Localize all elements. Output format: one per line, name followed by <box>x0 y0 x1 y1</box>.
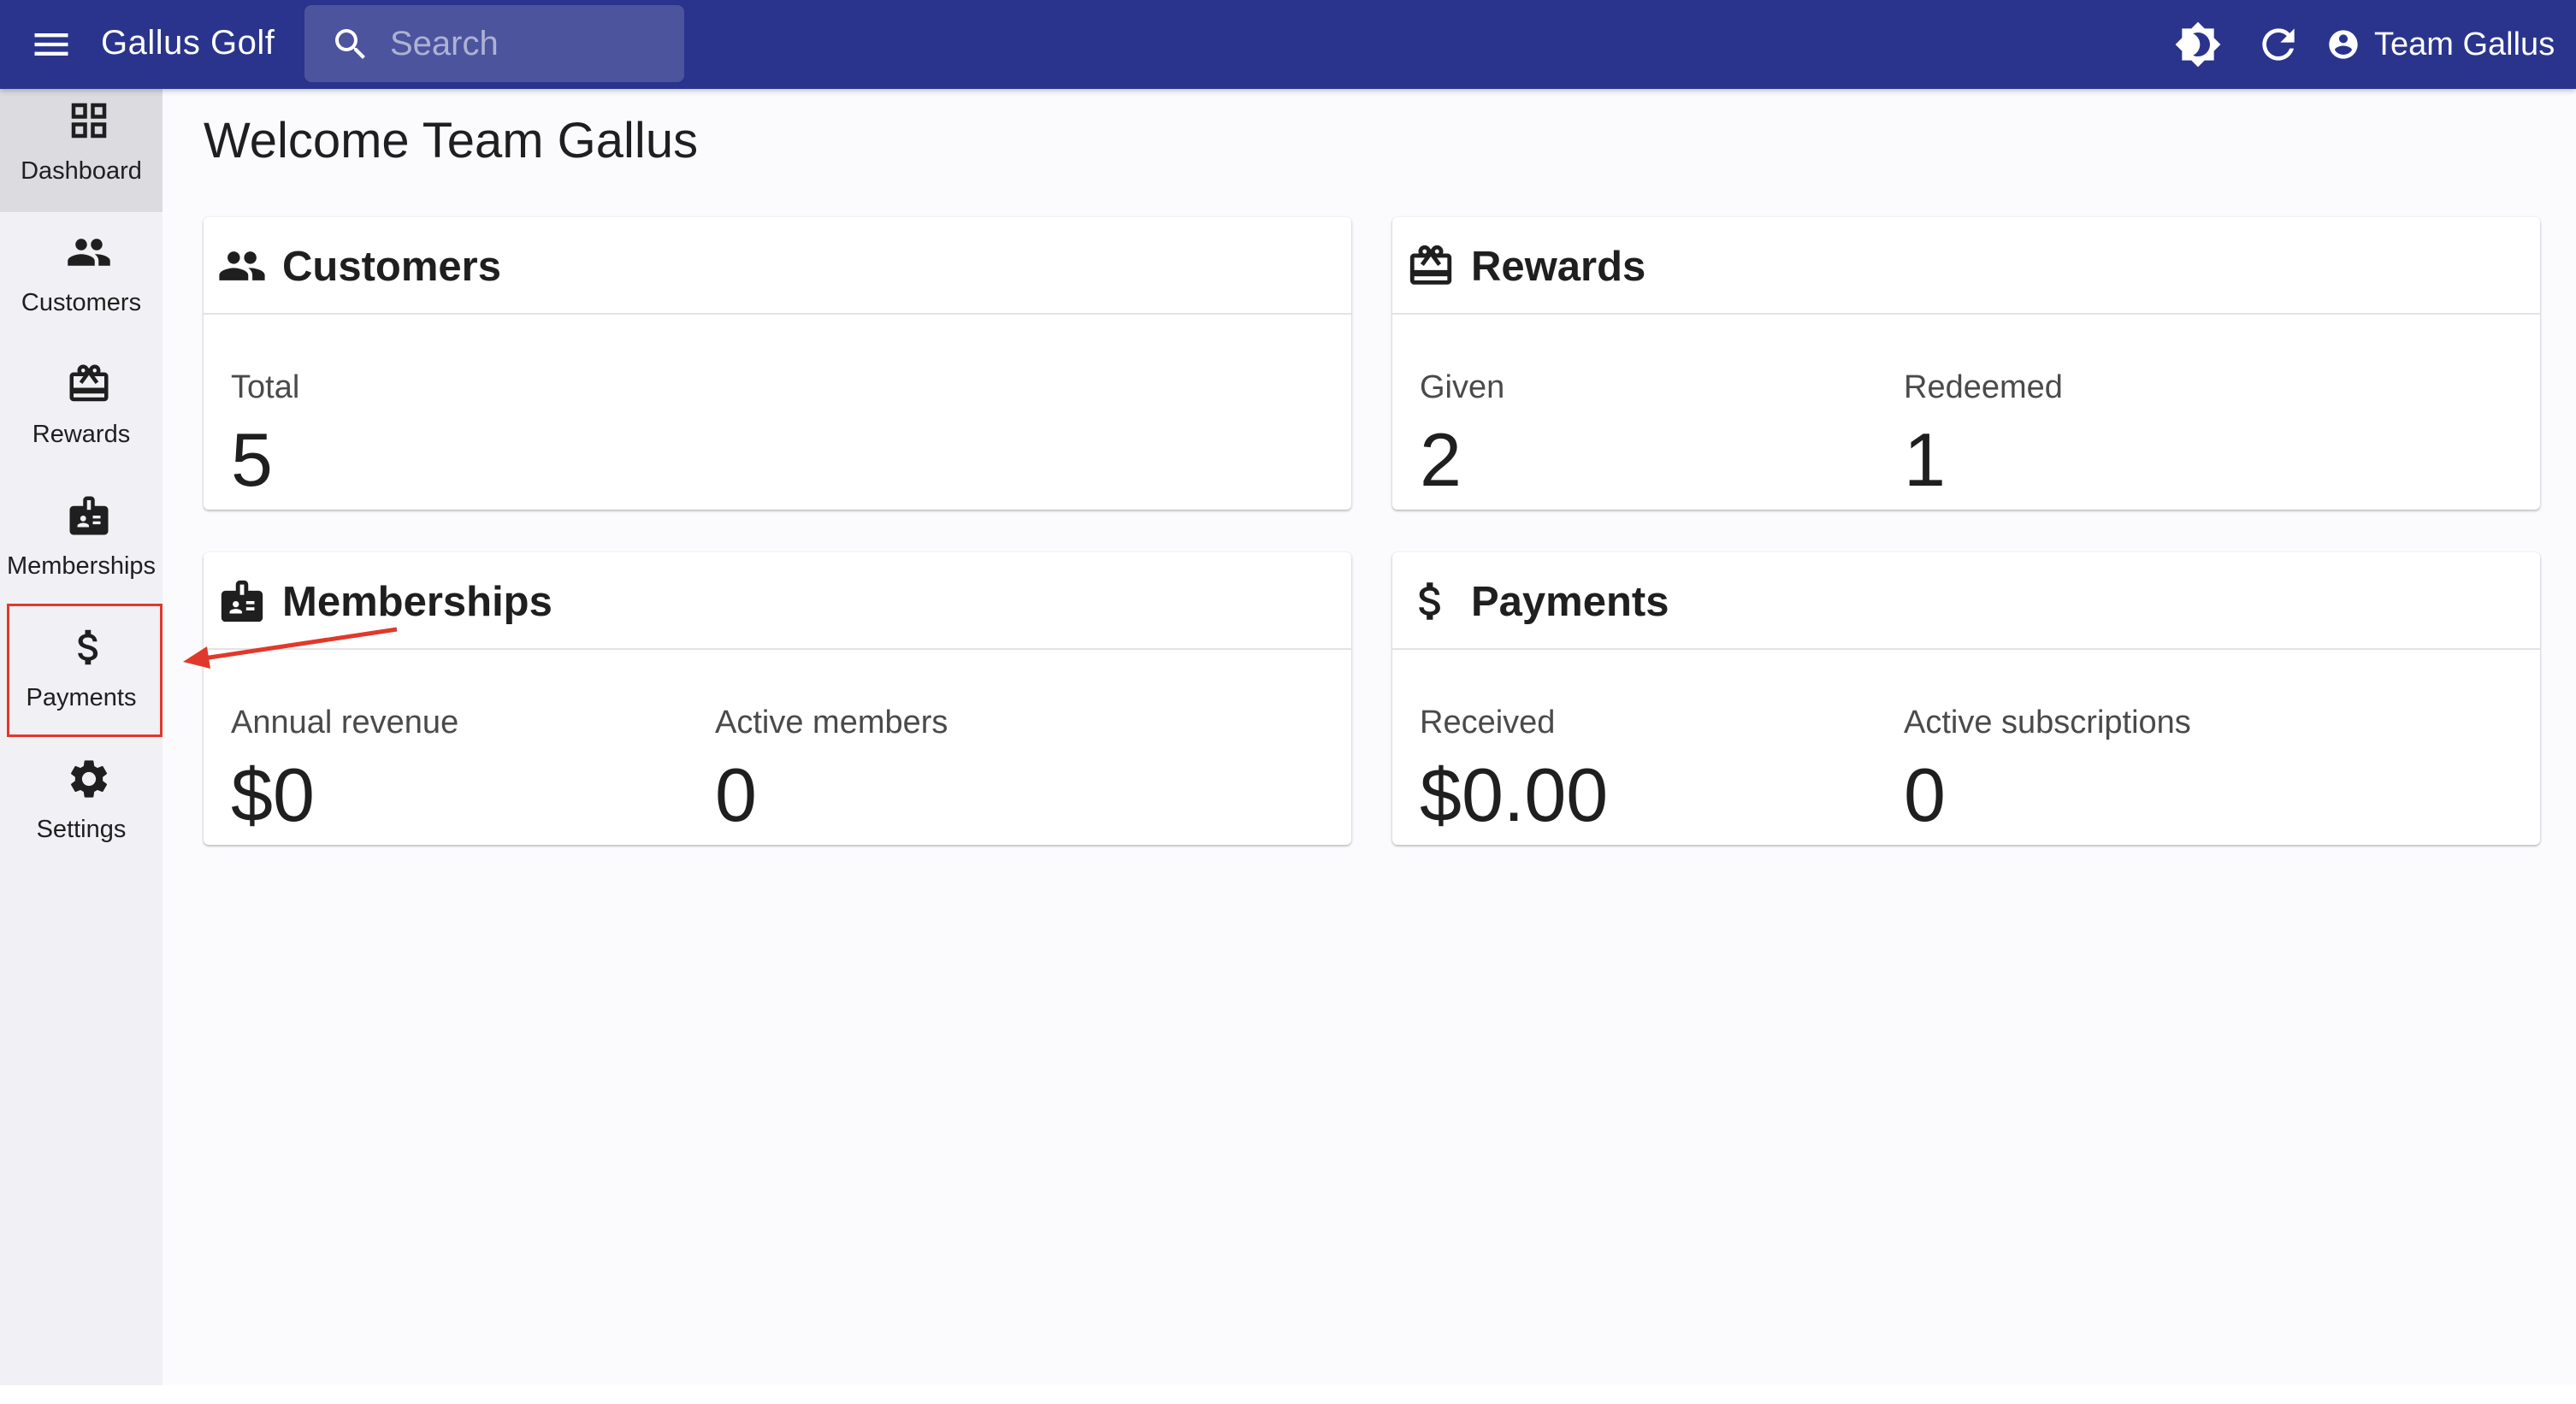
stat-value: $0 <box>231 752 315 837</box>
stat-label: Given <box>1420 369 1505 405</box>
stat-value: 5 <box>231 417 273 502</box>
stat-label: Annual revenue <box>231 705 459 740</box>
refresh-icon <box>2262 28 2295 61</box>
search-input[interactable] <box>390 5 672 82</box>
dollar-icon <box>78 629 98 665</box>
sidebar-nav: Dashboard Customers Rewards Memberships <box>0 89 162 1385</box>
sidebar-item-label: Payments <box>26 684 137 711</box>
dashboard-icon <box>71 103 107 139</box>
gift-card-icon <box>1409 245 1452 285</box>
card-title: Payments <box>1471 579 1669 625</box>
sidebar-item-customers[interactable]: Customers <box>0 221 162 344</box>
sidebar-item-memberships[interactable]: Memberships <box>0 484 162 607</box>
page-title: Welcome Team Gallus <box>204 113 699 168</box>
theme-toggle-button[interactable] <box>2174 21 2222 68</box>
account-circle-icon <box>2329 30 2358 59</box>
sidebar-item-label: Settings <box>36 816 127 843</box>
id-badge-icon <box>221 580 263 622</box>
card-title: Customers <box>282 244 501 290</box>
sidebar-item-label: Customers <box>21 289 142 316</box>
gear-icon <box>70 760 108 798</box>
customers-card[interactable]: Customers Total 5 <box>204 217 1351 510</box>
brightness-icon <box>2175 21 2221 68</box>
sidebar-item-settings[interactable]: Settings <box>0 747 162 870</box>
sidebar-item-label: Memberships <box>6 552 157 580</box>
stat-value: 2 <box>1420 417 1462 502</box>
user-account-button[interactable]: Team Gallus <box>2326 19 2555 70</box>
card-header: Payments <box>1392 552 2540 650</box>
memberships-card[interactable]: Memberships Annual revenue $0 Active mem… <box>204 552 1351 845</box>
id-badge-icon <box>69 496 109 535</box>
dollar-icon <box>1419 582 1440 620</box>
gift-card-icon <box>69 364 109 402</box>
sidebar-item-payments[interactable]: Payments <box>0 616 162 739</box>
card-header: Memberships <box>204 552 1351 650</box>
stat-label: Total <box>231 369 300 405</box>
stat-label: Received <box>1420 705 1556 740</box>
search-icon <box>335 29 365 59</box>
sidebar-item-label: Rewards <box>32 421 131 448</box>
user-name: Team Gallus <box>2374 26 2555 62</box>
payments-card[interactable]: Payments Received $0.00 Active subscript… <box>1392 552 2540 845</box>
people-icon <box>68 239 110 266</box>
stat-value: 1 <box>1904 417 1946 502</box>
menu-icon <box>34 33 68 56</box>
card-header: Customers <box>204 217 1351 315</box>
stat-value: 0 <box>1904 752 1946 837</box>
card-title: Memberships <box>282 579 552 625</box>
stat-value: $0.00 <box>1420 752 1609 837</box>
menu-button[interactable] <box>26 22 77 67</box>
search-box[interactable] <box>304 5 684 82</box>
stat-value: 0 <box>715 752 757 837</box>
refresh-button[interactable] <box>2254 21 2302 68</box>
sidebar-item-label: Dashboard <box>21 157 142 185</box>
rewards-card[interactable]: Rewards Given 2 Redeemed 1 <box>1392 217 2540 510</box>
stat-label: Redeemed <box>1904 369 2063 405</box>
sidebar-item-rewards[interactable]: Rewards <box>0 352 162 475</box>
app-title: Gallus Golf <box>101 24 275 62</box>
stat-label: Active subscriptions <box>1904 705 2191 740</box>
bottom-strip <box>0 1385 2576 1404</box>
people-icon <box>219 251 265 280</box>
stat-label: Active members <box>715 705 948 740</box>
sidebar-item-dashboard[interactable]: Dashboard <box>0 89 162 212</box>
card-header: Rewards <box>1392 217 2540 315</box>
top-app-bar: Gallus Golf Team Gallus <box>0 0 2576 89</box>
card-title: Rewards <box>1471 244 1646 290</box>
